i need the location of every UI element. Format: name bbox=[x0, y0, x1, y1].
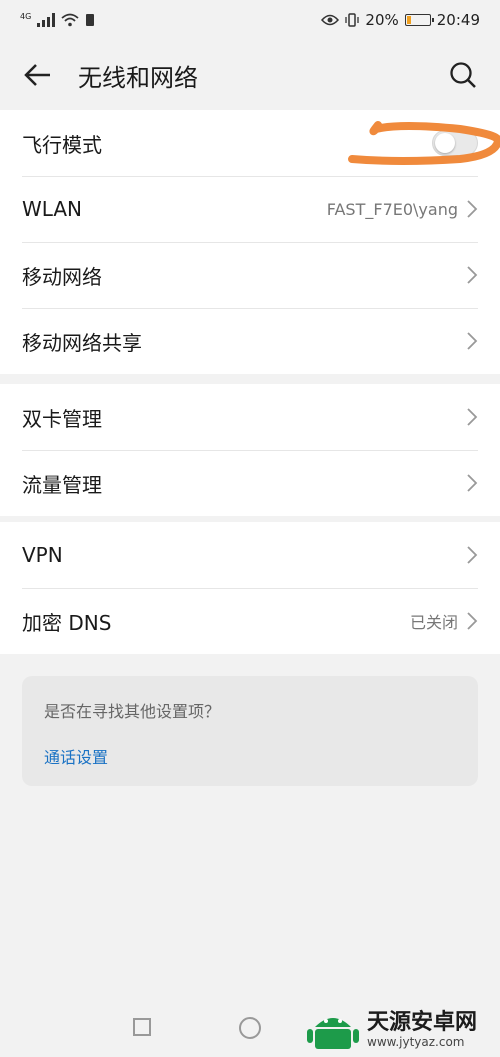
suggestion-question: 是否在寻找其他设置项？ bbox=[44, 702, 221, 721]
signal-icon bbox=[37, 13, 56, 27]
settings-group-network: 飞行模式 WLAN FAST_F7E0\yang 移动网络 移动网络共享 bbox=[0, 110, 500, 374]
chevron-right-icon bbox=[467, 332, 478, 350]
watermark-title: 天源安卓网 bbox=[367, 1010, 478, 1035]
airplane-mode-toggle[interactable] bbox=[432, 130, 478, 156]
row-label: 双卡管理 bbox=[22, 406, 102, 431]
row-label: 移动网络共享 bbox=[22, 330, 142, 355]
row-airplane-mode[interactable]: 飞行模式 bbox=[0, 110, 500, 176]
watermark-text: 天源安卓网 www.jytyaz.com bbox=[367, 1010, 478, 1050]
battery-percent: 20% bbox=[365, 11, 399, 29]
search-icon[interactable] bbox=[448, 60, 478, 90]
battery-icon bbox=[404, 14, 434, 26]
home-button[interactable] bbox=[239, 1017, 261, 1039]
toggle-knob bbox=[435, 133, 455, 153]
back-arrow-icon[interactable] bbox=[22, 59, 54, 91]
row-label: WLAN bbox=[22, 197, 83, 221]
row-label: 移动网络 bbox=[22, 264, 102, 289]
settings-group-vpn: VPN 加密 DNS 已关闭 bbox=[0, 522, 500, 654]
recents-button[interactable] bbox=[133, 1018, 151, 1036]
row-label: 流量管理 bbox=[22, 472, 102, 497]
eye-comfort-icon bbox=[321, 14, 340, 26]
row-encrypted-dns[interactable]: 加密 DNS 已关闭 bbox=[0, 588, 500, 654]
chevron-right-icon bbox=[467, 546, 478, 564]
row-data-usage[interactable]: 流量管理 bbox=[0, 450, 500, 516]
status-right: 20% 20:49 bbox=[321, 11, 480, 29]
row-vpn[interactable]: VPN bbox=[0, 522, 500, 588]
chevron-right-icon bbox=[467, 200, 478, 218]
suggestion-card: 是否在寻找其他设置项？ 通话设置 bbox=[22, 676, 478, 786]
wifi-icon bbox=[61, 13, 79, 27]
network-type: 4G bbox=[20, 12, 32, 21]
row-mobile-network[interactable]: 移动网络 bbox=[0, 242, 500, 308]
row-wlan[interactable]: WLAN FAST_F7E0\yang bbox=[0, 176, 500, 242]
site-watermark: 天源安卓网 www.jytyaz.com bbox=[305, 1005, 500, 1055]
chevron-right-icon bbox=[467, 408, 478, 426]
row-value: 已关闭 bbox=[409, 613, 458, 632]
status-left: 4G bbox=[20, 13, 95, 27]
page-title: 无线和网络 bbox=[78, 63, 198, 92]
chevron-right-icon bbox=[467, 474, 478, 492]
row-label: 加密 DNS bbox=[22, 610, 112, 635]
row-tethering[interactable]: 移动网络共享 bbox=[0, 308, 500, 374]
app-header: 无线和网络 bbox=[0, 40, 500, 110]
android-logo-icon bbox=[307, 1018, 359, 1049]
status-bar: 4G 20% 20:49 bbox=[0, 0, 500, 40]
call-settings-link[interactable]: 通话设置 bbox=[44, 744, 108, 768]
clock: 20:49 bbox=[436, 11, 480, 29]
row-label: 飞行模式 bbox=[22, 132, 102, 157]
chevron-right-icon bbox=[467, 266, 478, 284]
row-dual-sim[interactable]: 双卡管理 bbox=[0, 384, 500, 450]
row-value: FAST_F7E0\yang bbox=[326, 199, 458, 219]
row-label: VPN bbox=[22, 543, 63, 567]
vibrate-icon bbox=[345, 13, 360, 27]
sim-icon bbox=[86, 14, 95, 26]
chevron-right-icon bbox=[467, 612, 478, 630]
watermark-url: www.jytyaz.com bbox=[367, 1035, 465, 1049]
settings-group-sim: 双卡管理 流量管理 bbox=[0, 384, 500, 516]
